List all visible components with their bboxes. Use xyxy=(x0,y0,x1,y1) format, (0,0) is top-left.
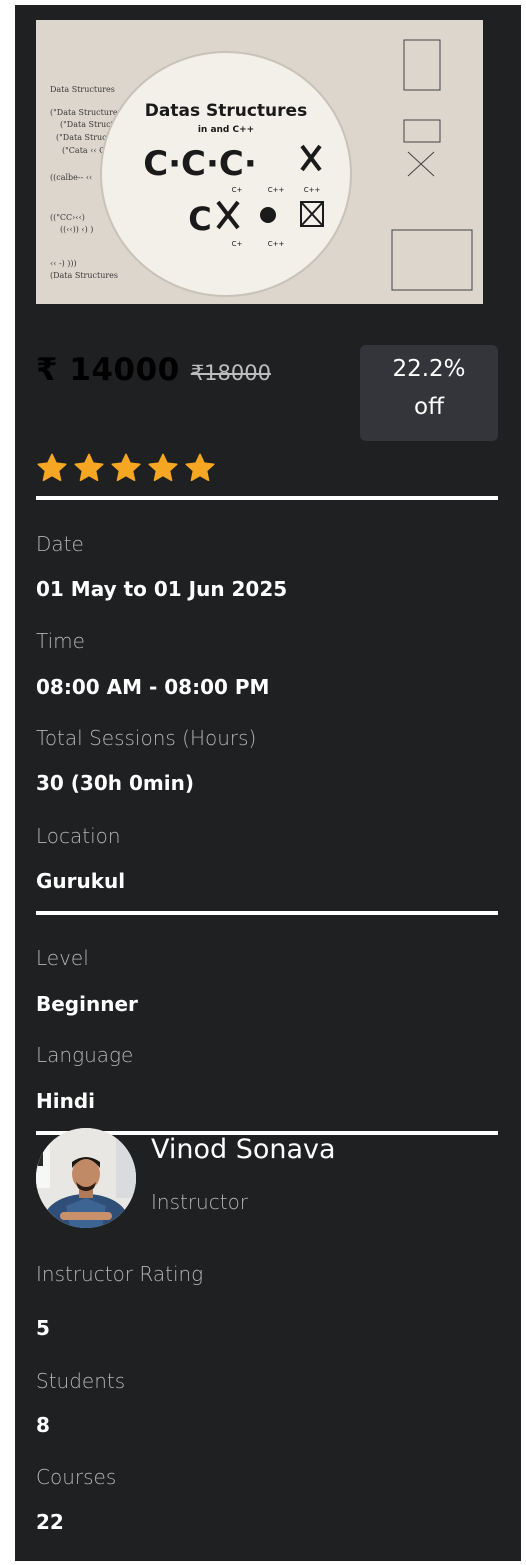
divider xyxy=(36,911,498,915)
svg-text:in and C++: in and C++ xyxy=(198,125,254,135)
discount-suffix: off xyxy=(414,394,444,420)
svg-text:((‹‹)) ‹) ): ((‹‹)) ‹) ) xyxy=(60,225,93,234)
svg-text:(("CC›‹‹): (("CC›‹‹) xyxy=(50,213,85,222)
date-value: 01 May to 01 Jun 2025 xyxy=(36,577,288,601)
current-price: ₹ 14000 xyxy=(36,352,180,388)
sessions-value: 30 (30h 0min) xyxy=(36,771,194,795)
courses-value: 22 xyxy=(36,1510,64,1534)
original-price: ₹18000 xyxy=(190,361,271,385)
svg-text:(Data Structures: (Data Structures xyxy=(50,271,118,280)
date-label: Date xyxy=(36,532,84,556)
svg-text:C++: C++ xyxy=(304,186,321,194)
location-label: Location xyxy=(36,824,121,848)
svg-text:C++: C++ xyxy=(268,186,285,194)
svg-text:C+: C+ xyxy=(232,186,243,194)
svg-text:C: C xyxy=(188,200,211,238)
svg-text:("Data Structures: ("Data Structures xyxy=(50,108,122,117)
language-label: Language xyxy=(36,1043,134,1067)
course-thumbnail: Data Structures ("Data Structures ("Data… xyxy=(36,20,483,304)
thumbnail-title-text: Datas Structures xyxy=(145,101,307,121)
time-label: Time xyxy=(36,629,85,653)
students-label: Students xyxy=(36,1369,126,1393)
instructor-role: Instructor xyxy=(151,1190,249,1214)
level-value: Beginner xyxy=(36,992,138,1016)
instructor-avatar[interactable] xyxy=(36,1128,136,1228)
time-value: 08:00 AM - 08:00 PM xyxy=(36,675,270,699)
svg-text:‹‹ -) ))): ‹‹ -) ))) xyxy=(50,259,77,268)
price-row: ₹ 14000 ₹18000 xyxy=(36,352,271,388)
svg-text:Data Structures: Data Structures xyxy=(50,85,115,94)
svg-text:C+: C+ xyxy=(232,240,243,248)
star-icon xyxy=(185,453,215,482)
language-value: Hindi xyxy=(36,1089,96,1113)
instructor-rating-value: 5 xyxy=(36,1316,50,1340)
star-icon xyxy=(37,453,67,482)
instructor-rating-label: Instructor Rating xyxy=(36,1262,204,1286)
discount-badge: 22.2% off xyxy=(360,345,498,441)
students-value: 8 xyxy=(36,1413,50,1437)
rating-stars xyxy=(36,452,216,484)
discount-percent: 22.2% xyxy=(392,356,466,382)
sessions-label: Total Sessions (Hours) xyxy=(36,726,257,750)
instructor-name[interactable]: Vinod Sonava xyxy=(151,1134,336,1165)
location-value: Gurukul xyxy=(36,869,126,893)
courses-label: Courses xyxy=(36,1465,117,1489)
star-icon xyxy=(111,453,141,482)
svg-text:((calbe-- ‹‹: ((calbe-- ‹‹ xyxy=(50,173,92,182)
svg-text:C·C·C·: C·C·C· xyxy=(143,144,257,184)
svg-text:C++: C++ xyxy=(268,240,285,248)
level-label: Level xyxy=(36,946,89,970)
divider xyxy=(36,496,498,500)
star-icon xyxy=(148,453,178,482)
star-icon xyxy=(74,453,104,482)
